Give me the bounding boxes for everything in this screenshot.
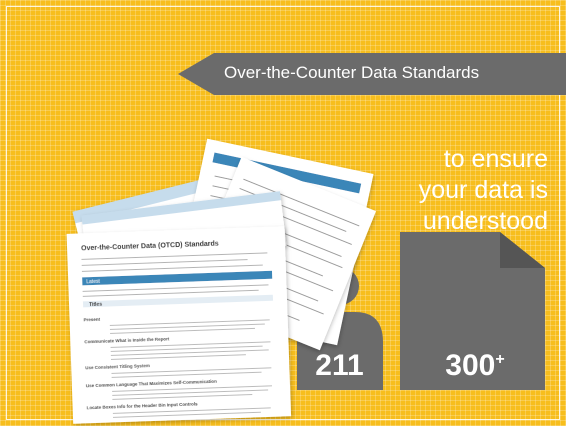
stat-count-2-value: 300 [445,349,496,382]
doc-item-1: Present [84,317,101,323]
stat-count-2-suffix: + [495,351,505,368]
doc-subheading: Titles [89,302,102,308]
page-front: Over-the-Counter Data (OTCD) Standards L… [66,226,292,424]
doc-section-label: Latest [86,279,100,285]
stat-count-1: 211 [315,349,364,382]
slide: Over-the-Counter Data Standards to ensur… [0,0,566,426]
stat-count-2: 300+ [410,349,540,383]
